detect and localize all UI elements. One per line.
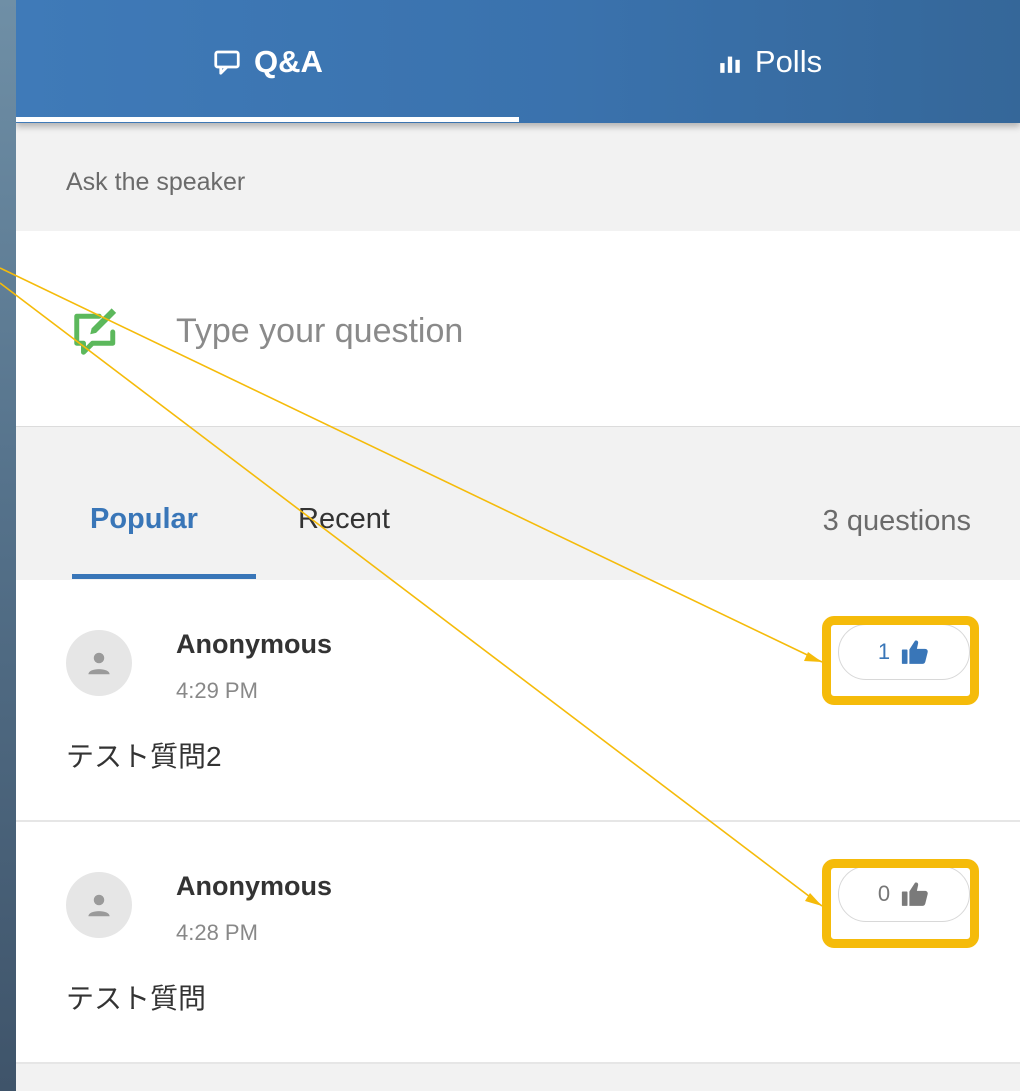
question-input[interactable] — [174, 303, 978, 359]
question-item: Anonymous 4:28 PM テスト質問 0 — [16, 822, 1020, 1064]
question-text: テスト質問 — [66, 983, 207, 1014]
like-count: 1 — [877, 639, 891, 664]
question-time: 4:28 PM — [176, 920, 258, 945]
question-composer — [16, 231, 1020, 427]
tab-polls-label: Polls — [754, 43, 823, 79]
like-button[interactable]: 0 — [838, 866, 970, 922]
person-icon — [88, 894, 110, 917]
qa-panel: Q&A Polls Ask the speaker Popular Recent — [16, 0, 1020, 1091]
question-count: 3 questions — [822, 505, 971, 537]
question-time: 4:29 PM — [176, 678, 258, 703]
question-text: テスト質問2 — [66, 741, 222, 772]
question-author: Anonymous — [176, 871, 333, 901]
tab-qa-label: Q&A — [254, 43, 323, 79]
sort-tab-indicator — [72, 574, 256, 579]
ask-speaker-label: Ask the speaker — [66, 168, 246, 196]
tab-recent[interactable]: Recent — [298, 503, 390, 536]
avatar — [66, 872, 132, 938]
tab-qa[interactable]: Q&A — [16, 0, 519, 123]
like-button[interactable]: 1 — [838, 624, 970, 680]
question-item: Anonymous 4:29 PM テスト質問2 1 — [16, 580, 1020, 822]
tab-polls[interactable]: Polls — [519, 0, 1020, 123]
tab-popular[interactable]: Popular — [90, 503, 198, 536]
chat-bubble-icon — [212, 47, 242, 77]
person-icon — [88, 652, 110, 675]
edit-note-icon — [70, 305, 124, 364]
bar-chart-icon — [717, 49, 743, 75]
thumbs-up-icon — [902, 882, 928, 906]
avatar — [66, 630, 132, 696]
question-author: Anonymous — [176, 629, 333, 659]
thumbs-up-icon — [902, 640, 928, 664]
active-tab-indicator — [16, 117, 519, 122]
like-count: 0 — [877, 881, 891, 906]
top-tab-bar: Q&A Polls — [16, 0, 1020, 123]
